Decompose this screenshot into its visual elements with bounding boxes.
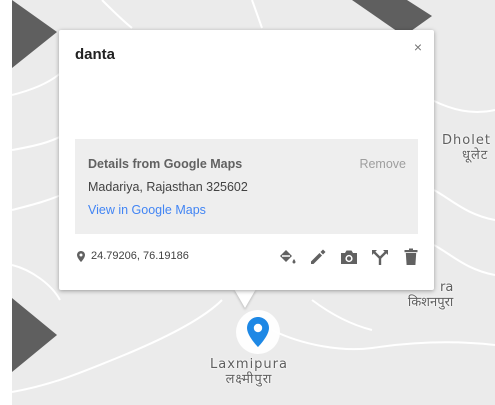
- popup-title[interactable]: danta: [75, 46, 115, 63]
- remove-button[interactable]: Remove: [359, 157, 406, 171]
- style-button[interactable]: [275, 246, 299, 268]
- place-label-laxmipura[interactable]: Laxmipura लक्ष्मीपुरा: [210, 357, 288, 387]
- coordinates-row: 24.79206, 76.19186: [77, 250, 189, 262]
- place-name: Dholet: [442, 133, 491, 148]
- view-in-google-maps-link[interactable]: View in Google Maps: [88, 203, 206, 217]
- delete-button[interactable]: [399, 246, 423, 268]
- popup-pointer: [234, 289, 256, 308]
- pencil-icon: [311, 249, 326, 264]
- map-region-polygon[interactable]: [12, 0, 57, 68]
- trash-icon: [404, 248, 418, 265]
- popup-toolbar: [275, 246, 430, 268]
- place-name-devanagari: धूलेट: [462, 148, 489, 163]
- details-address: Madariya, Rajasthan 325602: [88, 180, 248, 194]
- location-pin-icon: [77, 250, 85, 262]
- paint-bucket-icon: [280, 250, 296, 264]
- place-name-devanagari: किशनपुरा: [407, 295, 454, 310]
- location-pin-icon: [247, 317, 269, 347]
- add-photo-button[interactable]: [337, 246, 361, 268]
- place-label-dholet[interactable]: Dholet धूलेट: [442, 133, 491, 163]
- details-heading: Details from Google Maps: [88, 157, 243, 171]
- close-button[interactable]: ×: [414, 40, 422, 54]
- coordinates-text: 24.79206, 76.19186: [91, 250, 189, 262]
- edit-button[interactable]: [306, 246, 330, 268]
- place-name-devanagari: लक्ष्मीपुरा: [225, 372, 273, 387]
- directions-icon: [372, 250, 388, 265]
- directions-button[interactable]: [368, 246, 392, 268]
- camera-icon: [341, 250, 357, 264]
- place-name: Laxmipura: [210, 357, 288, 372]
- place-info-popup: danta × Details from Google Maps Remove …: [59, 30, 434, 290]
- google-maps-details: Details from Google Maps Remove Madariya…: [75, 139, 418, 234]
- map-region-polygon[interactable]: [12, 298, 57, 372]
- map-marker[interactable]: [236, 310, 280, 354]
